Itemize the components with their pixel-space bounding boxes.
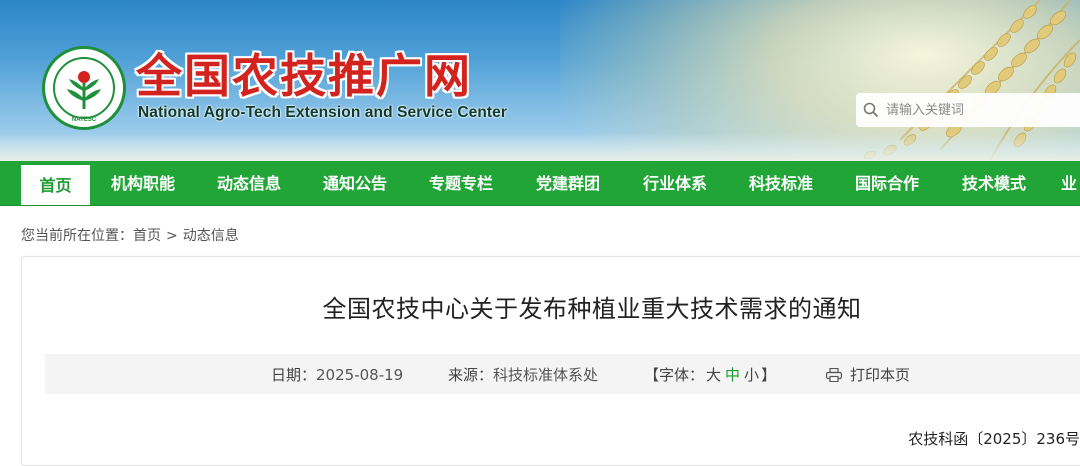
date-label: 日期： (271, 366, 317, 384)
document-number: 农技科函〔2025〕236号 (908, 430, 1080, 448)
font-size-close: 】 (761, 366, 777, 384)
nav-item-tech-models[interactable]: 技术模式 (955, 161, 1033, 205)
nav-item-more[interactable]: 业 (1061, 161, 1080, 205)
font-size-medium[interactable]: 中 (725, 366, 740, 384)
main-nav: 首页 机构职能 动态信息 通知公告 专题专栏 党建群团 行业体系 科技标准 国际… (0, 161, 1080, 206)
banner-field (0, 133, 1080, 161)
breadcrumb-separator: > (166, 228, 178, 244)
breadcrumb-news[interactable]: 动态信息 (183, 225, 239, 245)
article-source: 来源：科技标准体系处 (448, 364, 598, 385)
print-button[interactable]: 打印本页 (826, 364, 910, 385)
font-size-small[interactable]: 小 (744, 366, 759, 384)
nav-item-functions[interactable]: 机构职能 (104, 161, 182, 205)
breadcrumb: 您当前所在位置：首页 > 动态信息 (21, 225, 239, 245)
nav-item-notices[interactable]: 通知公告 (316, 161, 394, 205)
logo-ring-text: NATESC (71, 117, 97, 123)
date-value: 2025-08-19 (316, 366, 404, 384)
print-label: 打印本页 (850, 366, 911, 384)
search-icon[interactable] (863, 102, 879, 118)
article-date: 日期：2025-08-19 (271, 364, 403, 385)
source-value: 科技标准体系处 (493, 366, 599, 384)
font-size-large[interactable]: 大 (706, 366, 721, 384)
source-label: 来源： (448, 366, 494, 384)
search-box[interactable] (856, 93, 1080, 127)
logo-ring (53, 57, 115, 119)
search-input[interactable] (886, 98, 1076, 122)
nav-item-international[interactable]: 国际合作 (848, 161, 926, 205)
nav-item-news[interactable]: 动态信息 (210, 161, 288, 205)
article-title: 全国农技中心关于发布种植业重大技术需求的通知 (322, 295, 862, 323)
breadcrumb-prefix: 您当前所在位置： (21, 228, 133, 244)
font-size-label: 【字体： (644, 366, 705, 384)
nav-item-industry[interactable]: 行业体系 (636, 161, 714, 205)
breadcrumb-home[interactable]: 首页 (133, 225, 161, 245)
nav-item-home[interactable]: 首页 (21, 165, 90, 205)
nav-item-party[interactable]: 党建群团 (529, 161, 607, 205)
site-title[interactable]: 全国农技推广网 (136, 48, 472, 104)
wheat-leaf-icon (67, 71, 101, 109)
font-size-control: 【字体：大中小】 (644, 364, 776, 385)
header-banner: NATESC 全国农技推广网 National Agro-Tech Extens… (0, 0, 1080, 161)
nav-item-topics[interactable]: 专题专栏 (422, 161, 500, 205)
nav-item-standards[interactable]: 科技标准 (742, 161, 820, 205)
site-subtitle: National Agro-Tech Extension and Service… (138, 104, 508, 121)
site-logo-emblem[interactable]: NATESC (42, 46, 126, 130)
printer-icon (826, 368, 842, 382)
